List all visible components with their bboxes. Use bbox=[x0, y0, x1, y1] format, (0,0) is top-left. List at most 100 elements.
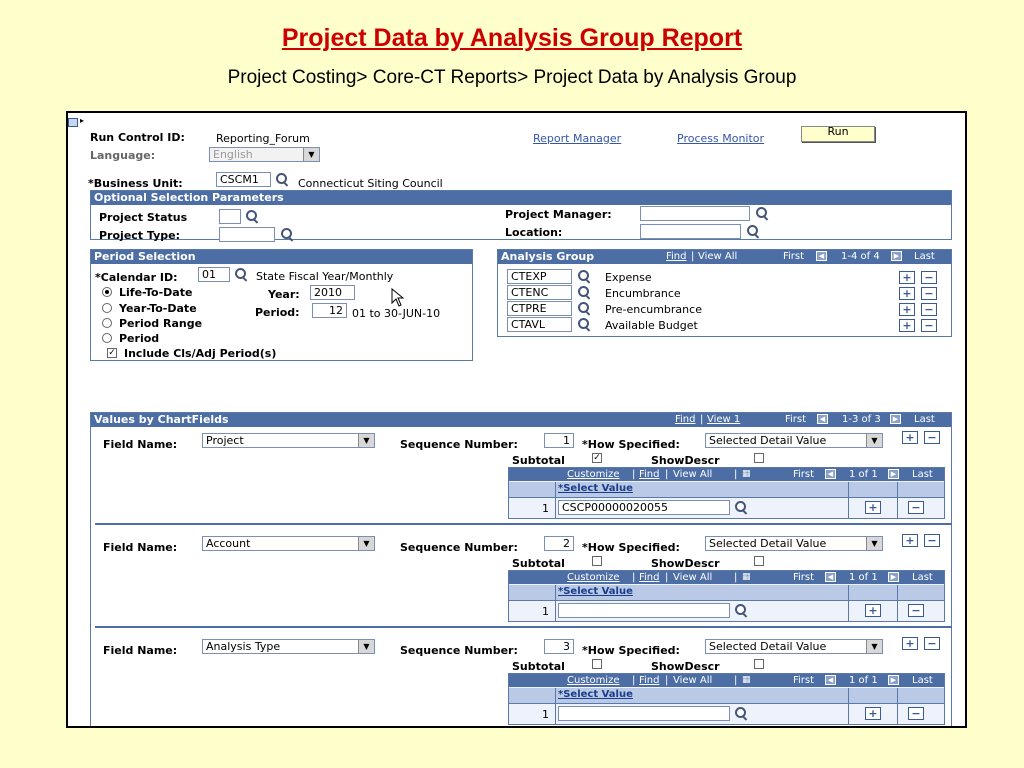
project-status-lookup-icon[interactable] bbox=[245, 209, 259, 223]
analysis-group-code-input[interactable]: CTPRE bbox=[507, 301, 572, 316]
location-input[interactable] bbox=[640, 224, 741, 239]
sequence-number-input[interactable]: 1 bbox=[544, 433, 574, 448]
grid-customize-link[interactable]: Customize bbox=[567, 468, 620, 481]
how-specified-select[interactable]: Selected Detail Value ▼ bbox=[705, 536, 883, 551]
analysis-group-lookup-icon[interactable] bbox=[577, 301, 591, 315]
delete-row-button[interactable]: − bbox=[921, 271, 937, 284]
analysis-group-code-input[interactable]: CTENC bbox=[507, 285, 572, 300]
grid-customize-link[interactable]: Customize bbox=[567, 674, 620, 687]
select-value-column[interactable]: *Select Value bbox=[558, 483, 633, 494]
select-value-lookup-icon[interactable] bbox=[734, 500, 748, 514]
grid-next-icon[interactable]: ▶ bbox=[888, 468, 899, 481]
report-manager-link[interactable]: Report Manager bbox=[533, 132, 621, 145]
grid-delete-row-button[interactable]: − bbox=[908, 604, 924, 617]
how-specified-select[interactable]: Selected Detail Value ▼ bbox=[705, 639, 883, 654]
language-select[interactable]: English ▼ bbox=[209, 147, 320, 162]
select-value-column[interactable]: *Select Value bbox=[558, 689, 633, 700]
analysis-group-view-all-link[interactable]: View All bbox=[698, 250, 737, 264]
project-type-lookup-icon[interactable] bbox=[280, 227, 294, 241]
grid-customize-link[interactable]: Customize bbox=[567, 571, 620, 584]
add-field-button[interactable]: + bbox=[902, 534, 918, 547]
process-monitor-link[interactable]: Process Monitor bbox=[677, 132, 764, 145]
grid-view-all-link[interactable]: View All bbox=[673, 468, 712, 481]
year-input[interactable]: 2010 bbox=[310, 285, 355, 300]
grid-view-all-link[interactable]: View All bbox=[673, 571, 712, 584]
analysis-group-lookup-icon[interactable] bbox=[577, 317, 591, 331]
subtotal-checkbox[interactable]: ✓ bbox=[592, 453, 602, 463]
include-cls-adj-checkbox[interactable]: ✓ bbox=[107, 348, 117, 358]
delete-field-button[interactable]: − bbox=[924, 534, 940, 547]
project-status-input[interactable] bbox=[219, 209, 241, 224]
period-input[interactable]: 12 bbox=[312, 303, 347, 318]
grid-add-row-button[interactable]: + bbox=[865, 501, 881, 514]
grid-delete-row-button[interactable]: − bbox=[908, 707, 924, 720]
add-field-button[interactable]: + bbox=[902, 431, 918, 444]
delete-field-button[interactable]: − bbox=[924, 431, 940, 444]
subtotal-checkbox[interactable] bbox=[592, 659, 602, 669]
values-find-link[interactable]: Find bbox=[675, 413, 696, 427]
life-to-date-radio[interactable] bbox=[102, 287, 112, 297]
select-value-input[interactable] bbox=[558, 706, 730, 721]
select-value-input[interactable] bbox=[558, 603, 730, 618]
analysis-group-code-input[interactable]: CTAVL bbox=[507, 317, 572, 332]
period-range-radio[interactable] bbox=[102, 318, 112, 328]
showdescr-checkbox[interactable] bbox=[754, 453, 764, 463]
field-name-select[interactable]: Account ▼ bbox=[202, 536, 375, 551]
select-value-lookup-icon[interactable] bbox=[734, 603, 748, 617]
menu-icon[interactable] bbox=[68, 118, 78, 127]
showdescr-checkbox[interactable] bbox=[754, 556, 764, 566]
add-row-button[interactable]: + bbox=[899, 319, 915, 332]
showdescr-checkbox[interactable] bbox=[754, 659, 764, 669]
grid-prev-icon[interactable]: ◀ bbox=[825, 571, 836, 584]
calendar-id-input[interactable]: 01 bbox=[198, 267, 230, 282]
add-field-button[interactable]: + bbox=[902, 637, 918, 650]
calendar-lookup-icon[interactable] bbox=[234, 267, 248, 281]
grid-add-row-button[interactable]: + bbox=[865, 707, 881, 720]
analysis-group-lookup-icon[interactable] bbox=[577, 285, 591, 299]
delete-row-button[interactable]: − bbox=[921, 319, 937, 332]
grid-view-all-link[interactable]: View All bbox=[673, 674, 712, 687]
grid-next-icon[interactable]: ▶ bbox=[888, 571, 899, 584]
delete-field-button[interactable]: − bbox=[924, 637, 940, 650]
select-value-input[interactable]: CSCP00000020055 bbox=[558, 500, 730, 515]
grid-next-icon[interactable]: ▶ bbox=[888, 674, 899, 687]
sequence-number-input[interactable]: 3 bbox=[544, 639, 574, 654]
analysis-group-next-icon[interactable]: ▶ bbox=[891, 250, 902, 264]
analysis-group-prev-icon[interactable]: ◀ bbox=[816, 250, 827, 264]
subtotal-checkbox[interactable] bbox=[592, 556, 602, 566]
values-prev-icon[interactable]: ◀ bbox=[817, 413, 828, 427]
field-name-select[interactable]: Project ▼ bbox=[202, 433, 375, 448]
select-value-column[interactable]: *Select Value bbox=[558, 586, 633, 597]
values-view-link[interactable]: View 1 bbox=[707, 413, 740, 427]
business-unit-lookup-icon[interactable] bbox=[275, 172, 289, 186]
grid-find-link[interactable]: Find bbox=[639, 674, 660, 687]
delete-row-button[interactable]: − bbox=[921, 287, 937, 300]
period-radio[interactable] bbox=[102, 333, 112, 343]
sequence-number-input[interactable]: 2 bbox=[544, 536, 574, 551]
grid-prev-icon[interactable]: ◀ bbox=[825, 468, 836, 481]
business-unit-input[interactable]: CSCM1 bbox=[216, 172, 271, 187]
select-value-lookup-icon[interactable] bbox=[734, 706, 748, 720]
project-manager-input[interactable] bbox=[640, 206, 750, 221]
run-button[interactable]: Run bbox=[801, 126, 875, 142]
location-lookup-icon[interactable] bbox=[746, 224, 760, 238]
field-name-select[interactable]: Analysis Type ▼ bbox=[202, 639, 375, 654]
download-grid-icon[interactable]: ▦ bbox=[742, 468, 751, 481]
add-row-button[interactable]: + bbox=[899, 287, 915, 300]
grid-prev-icon[interactable]: ◀ bbox=[825, 674, 836, 687]
download-grid-icon[interactable]: ▦ bbox=[742, 674, 751, 687]
download-grid-icon[interactable]: ▦ bbox=[742, 571, 751, 584]
grid-find-link[interactable]: Find bbox=[639, 571, 660, 584]
project-type-input[interactable] bbox=[219, 227, 275, 242]
expand-arrow-icon[interactable]: ▸ bbox=[80, 116, 84, 125]
add-row-button[interactable]: + bbox=[899, 271, 915, 284]
year-to-date-radio[interactable] bbox=[102, 303, 112, 313]
grid-find-link[interactable]: Find bbox=[639, 468, 660, 481]
grid-add-row-button[interactable]: + bbox=[865, 604, 881, 617]
project-manager-lookup-icon[interactable] bbox=[755, 206, 769, 220]
values-next-icon[interactable]: ▶ bbox=[890, 413, 901, 427]
how-specified-select[interactable]: Selected Detail Value ▼ bbox=[705, 433, 883, 448]
analysis-group-find-link[interactable]: Find bbox=[666, 250, 687, 264]
analysis-group-code-input[interactable]: CTEXP bbox=[507, 269, 572, 284]
analysis-group-lookup-icon[interactable] bbox=[577, 269, 591, 283]
